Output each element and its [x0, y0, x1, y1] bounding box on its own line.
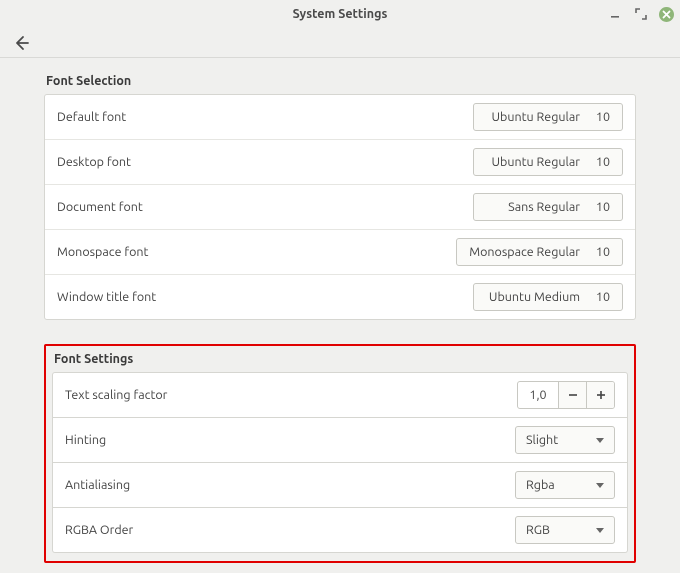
window-title-font-button[interactable]: Ubuntu Medium 10: [473, 283, 623, 311]
row-hinting: Hinting Slight: [52, 418, 628, 463]
document-font-button[interactable]: Sans Regular 10: [473, 193, 623, 221]
row-window-title-font: Window title font Ubuntu Medium 10: [45, 275, 635, 319]
font-name: Ubuntu Medium: [489, 290, 580, 304]
font-settings-title: Font Settings: [54, 352, 628, 366]
row-document-font: Document font Sans Regular 10: [45, 185, 635, 230]
label-rgba-order: RGBA Order: [65, 523, 133, 537]
default-font-button[interactable]: Ubuntu Regular 10: [473, 103, 623, 131]
label-hinting: Hinting: [65, 433, 106, 447]
chevron-down-icon: [596, 483, 604, 488]
font-settings-panel: Text scaling factor 1,0 Hinting Slight: [52, 372, 628, 553]
label-document-font: Document font: [57, 200, 143, 214]
row-rgba-order: RGBA Order RGB: [52, 508, 628, 553]
label-window-title-font: Window title font: [57, 290, 156, 304]
label-default-font: Default font: [57, 110, 126, 124]
desktop-font-button[interactable]: Ubuntu Regular 10: [473, 148, 623, 176]
font-name: Sans Regular: [508, 200, 580, 214]
row-antialiasing: Antialiasing Rgba: [52, 463, 628, 508]
font-size: 10: [594, 200, 610, 214]
minimize-icon: [610, 9, 620, 19]
row-default-font: Default font Ubuntu Regular 10: [45, 95, 635, 140]
row-text-scaling: Text scaling factor 1,0: [52, 372, 628, 418]
maximize-icon: [635, 8, 647, 20]
arrow-left-icon: [12, 34, 30, 52]
rgba-order-combo[interactable]: RGB: [515, 516, 615, 544]
font-size: 10: [594, 110, 610, 124]
font-selection-title: Font Selection: [46, 74, 636, 88]
rgba-order-value: RGB: [526, 523, 550, 537]
chevron-down-icon: [596, 438, 604, 443]
row-desktop-font: Desktop font Ubuntu Regular 10: [45, 140, 635, 185]
font-name: Monospace Regular: [469, 245, 580, 259]
minimize-button[interactable]: [607, 6, 623, 22]
font-size: 10: [594, 155, 610, 169]
hinting-value: Slight: [526, 433, 558, 447]
text-scaling-stepper: 1,0: [517, 381, 615, 409]
titlebar: System Settings: [0, 0, 680, 28]
font-size: 10: [594, 245, 610, 259]
window-title: System Settings: [293, 7, 388, 21]
toolbar: [0, 28, 680, 58]
label-text-scaling: Text scaling factor: [65, 388, 167, 402]
text-scaling-value[interactable]: 1,0: [518, 382, 558, 408]
maximize-button[interactable]: [633, 6, 649, 22]
plus-icon: [595, 389, 607, 401]
close-button[interactable]: [659, 7, 674, 22]
chevron-down-icon: [596, 528, 604, 533]
label-monospace-font: Monospace font: [57, 245, 148, 259]
font-selection-panel: Default font Ubuntu Regular 10 Desktop f…: [44, 94, 636, 320]
row-monospace-font: Monospace font Monospace Regular 10: [45, 230, 635, 275]
font-name: Ubuntu Regular: [492, 110, 581, 124]
label-antialiasing: Antialiasing: [65, 478, 130, 492]
antialiasing-combo[interactable]: Rgba: [515, 471, 615, 499]
font-settings-highlight: Font Settings Text scaling factor 1,0 Hi…: [44, 344, 636, 563]
back-button[interactable]: [12, 34, 30, 52]
close-icon: [662, 10, 671, 19]
minus-icon: [567, 389, 579, 401]
antialiasing-value: Rgba: [526, 478, 555, 492]
text-scaling-decr-button[interactable]: [558, 382, 586, 408]
font-name: Ubuntu Regular: [492, 155, 581, 169]
content: Font Selection Default font Ubuntu Regul…: [0, 58, 680, 573]
monospace-font-button[interactable]: Monospace Regular 10: [456, 238, 623, 266]
text-scaling-incr-button[interactable]: [586, 382, 614, 408]
hinting-combo[interactable]: Slight: [515, 426, 615, 454]
label-desktop-font: Desktop font: [57, 155, 131, 169]
font-size: 10: [594, 290, 610, 304]
window-controls: [607, 0, 674, 28]
